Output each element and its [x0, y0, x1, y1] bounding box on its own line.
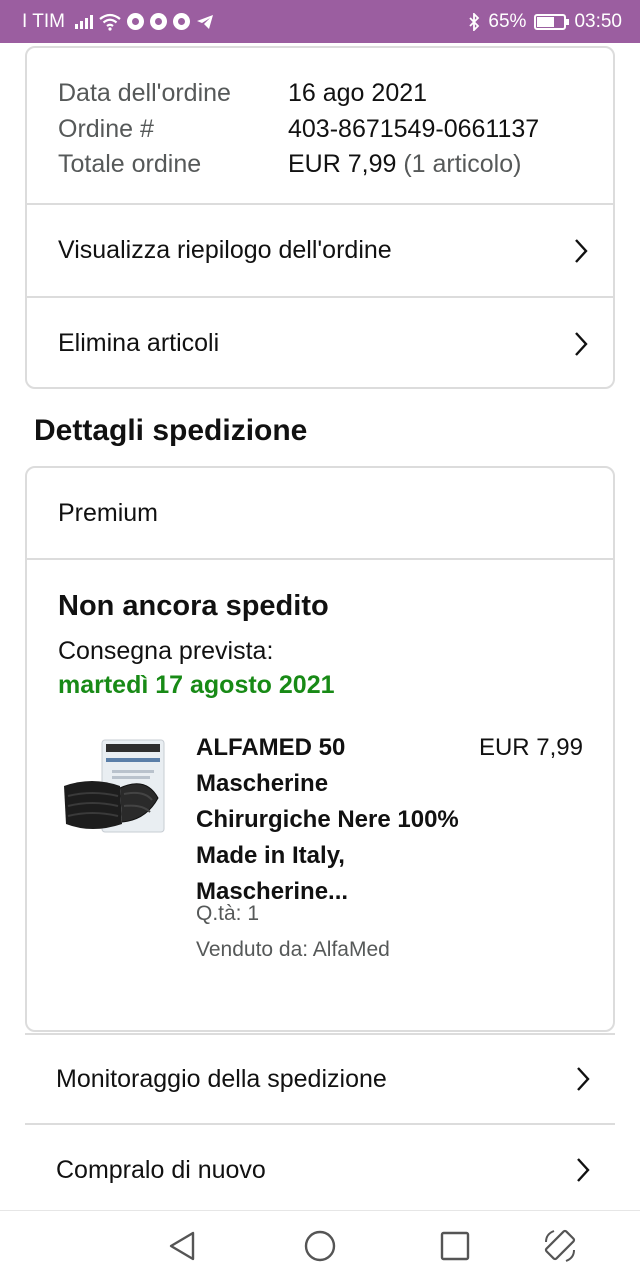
buy-again-link[interactable]: Compralo di nuovo [25, 1125, 615, 1217]
view-order-summary-link[interactable]: Visualizza riepilogo dell'ordine [27, 203, 613, 296]
status-left: I TIM [22, 11, 214, 33]
chevron-right-icon [575, 331, 588, 356]
track-shipment-label: Monitoraggio della spedizione [56, 1064, 387, 1093]
battery-percent: 65% [488, 10, 527, 32]
product-title[interactable]: ALFAMED 50 Mascherine Chirurgiche Nere 1… [196, 730, 466, 910]
expected-delivery-label: Consegna prevista: [58, 637, 274, 665]
delete-items-link[interactable]: Elimina articoli [27, 296, 613, 387]
shipping-type: Premium [27, 468, 613, 560]
carrier-label: I TIM [22, 10, 65, 32]
order-number-label: Ordine # [58, 114, 154, 143]
chrome-icon [149, 13, 167, 30]
order-date-label: Data dell'ordine [58, 79, 231, 107]
back-icon[interactable] [165, 1228, 201, 1264]
shipment-actions: Monitoraggio della spedizione Compralo d… [25, 1033, 615, 1217]
recents-icon[interactable] [437, 1228, 473, 1264]
chevron-right-icon [577, 1158, 590, 1182]
order-total-value: EUR 7,99 (1 articolo) [288, 147, 521, 183]
chrome-icon [172, 13, 190, 30]
status-right: 65% 03:50 [468, 11, 622, 33]
battery-fill [537, 16, 555, 27]
system-nav-bar [0, 1210, 640, 1280]
bluetooth-icon [469, 12, 480, 31]
expected-delivery-date: martedì 17 agosto 2021 [58, 671, 335, 699]
order-item-count: (1 articolo) [396, 150, 522, 178]
order-number-value: 403-8671549-0661137 [288, 114, 540, 143]
order-number-row: Ordine # 403-8671549-0661137 [58, 112, 583, 148]
clock: 03:50 [574, 10, 622, 32]
battery-icon [534, 13, 570, 30]
order-date-row: Data dell'ordine 16 ago 2021 [58, 76, 583, 112]
delete-items-label: Elimina articoli [58, 329, 220, 357]
shipment-status: Non ancora spedito [58, 590, 329, 622]
order-total-label: Totale ordine [58, 150, 202, 178]
status-icons [74, 13, 214, 31]
shipping-section-title: Dettagli spedizione [34, 414, 308, 447]
product-price: EUR 7,99 [478, 734, 583, 761]
status-bar: I TIM 65% 03:50 [0, 0, 640, 43]
product-seller: Venduto da: AlfaMed [196, 938, 390, 961]
wifi-icon [99, 13, 121, 31]
shipment-body: Non ancora spedito Consegna prevista: ma… [27, 560, 613, 1030]
chevron-right-icon [575, 238, 588, 263]
home-icon[interactable] [302, 1228, 338, 1264]
chrome-icon [126, 13, 144, 30]
order-total-amount: EUR 7,99 [288, 150, 397, 178]
telegram-icon [196, 14, 213, 29]
product-quantity: Q.tà: 1 [196, 902, 260, 925]
order-info-card: Data dell'ordine 16 ago 2021 Ordine # 40… [25, 46, 615, 389]
buy-again-label: Compralo di nuovo [56, 1155, 266, 1184]
track-shipment-link[interactable]: Monitoraggio della spedizione [25, 1033, 615, 1125]
product-image[interactable] [62, 736, 166, 840]
signal-icon [74, 14, 93, 29]
chevron-right-icon [577, 1067, 590, 1091]
view-order-summary-label: Visualizza riepilogo dell'ordine [58, 236, 392, 264]
order-info-grid: Data dell'ordine 16 ago 2021 Ordine # 40… [27, 48, 613, 203]
order-date-value: 16 ago 2021 [288, 79, 428, 107]
shipment-card: Premium Non ancora spedito Consegna prev… [25, 466, 615, 1032]
rotate-icon[interactable] [542, 1228, 578, 1264]
order-total-row: Totale ordine EUR 7,99 (1 articolo) [58, 147, 583, 183]
